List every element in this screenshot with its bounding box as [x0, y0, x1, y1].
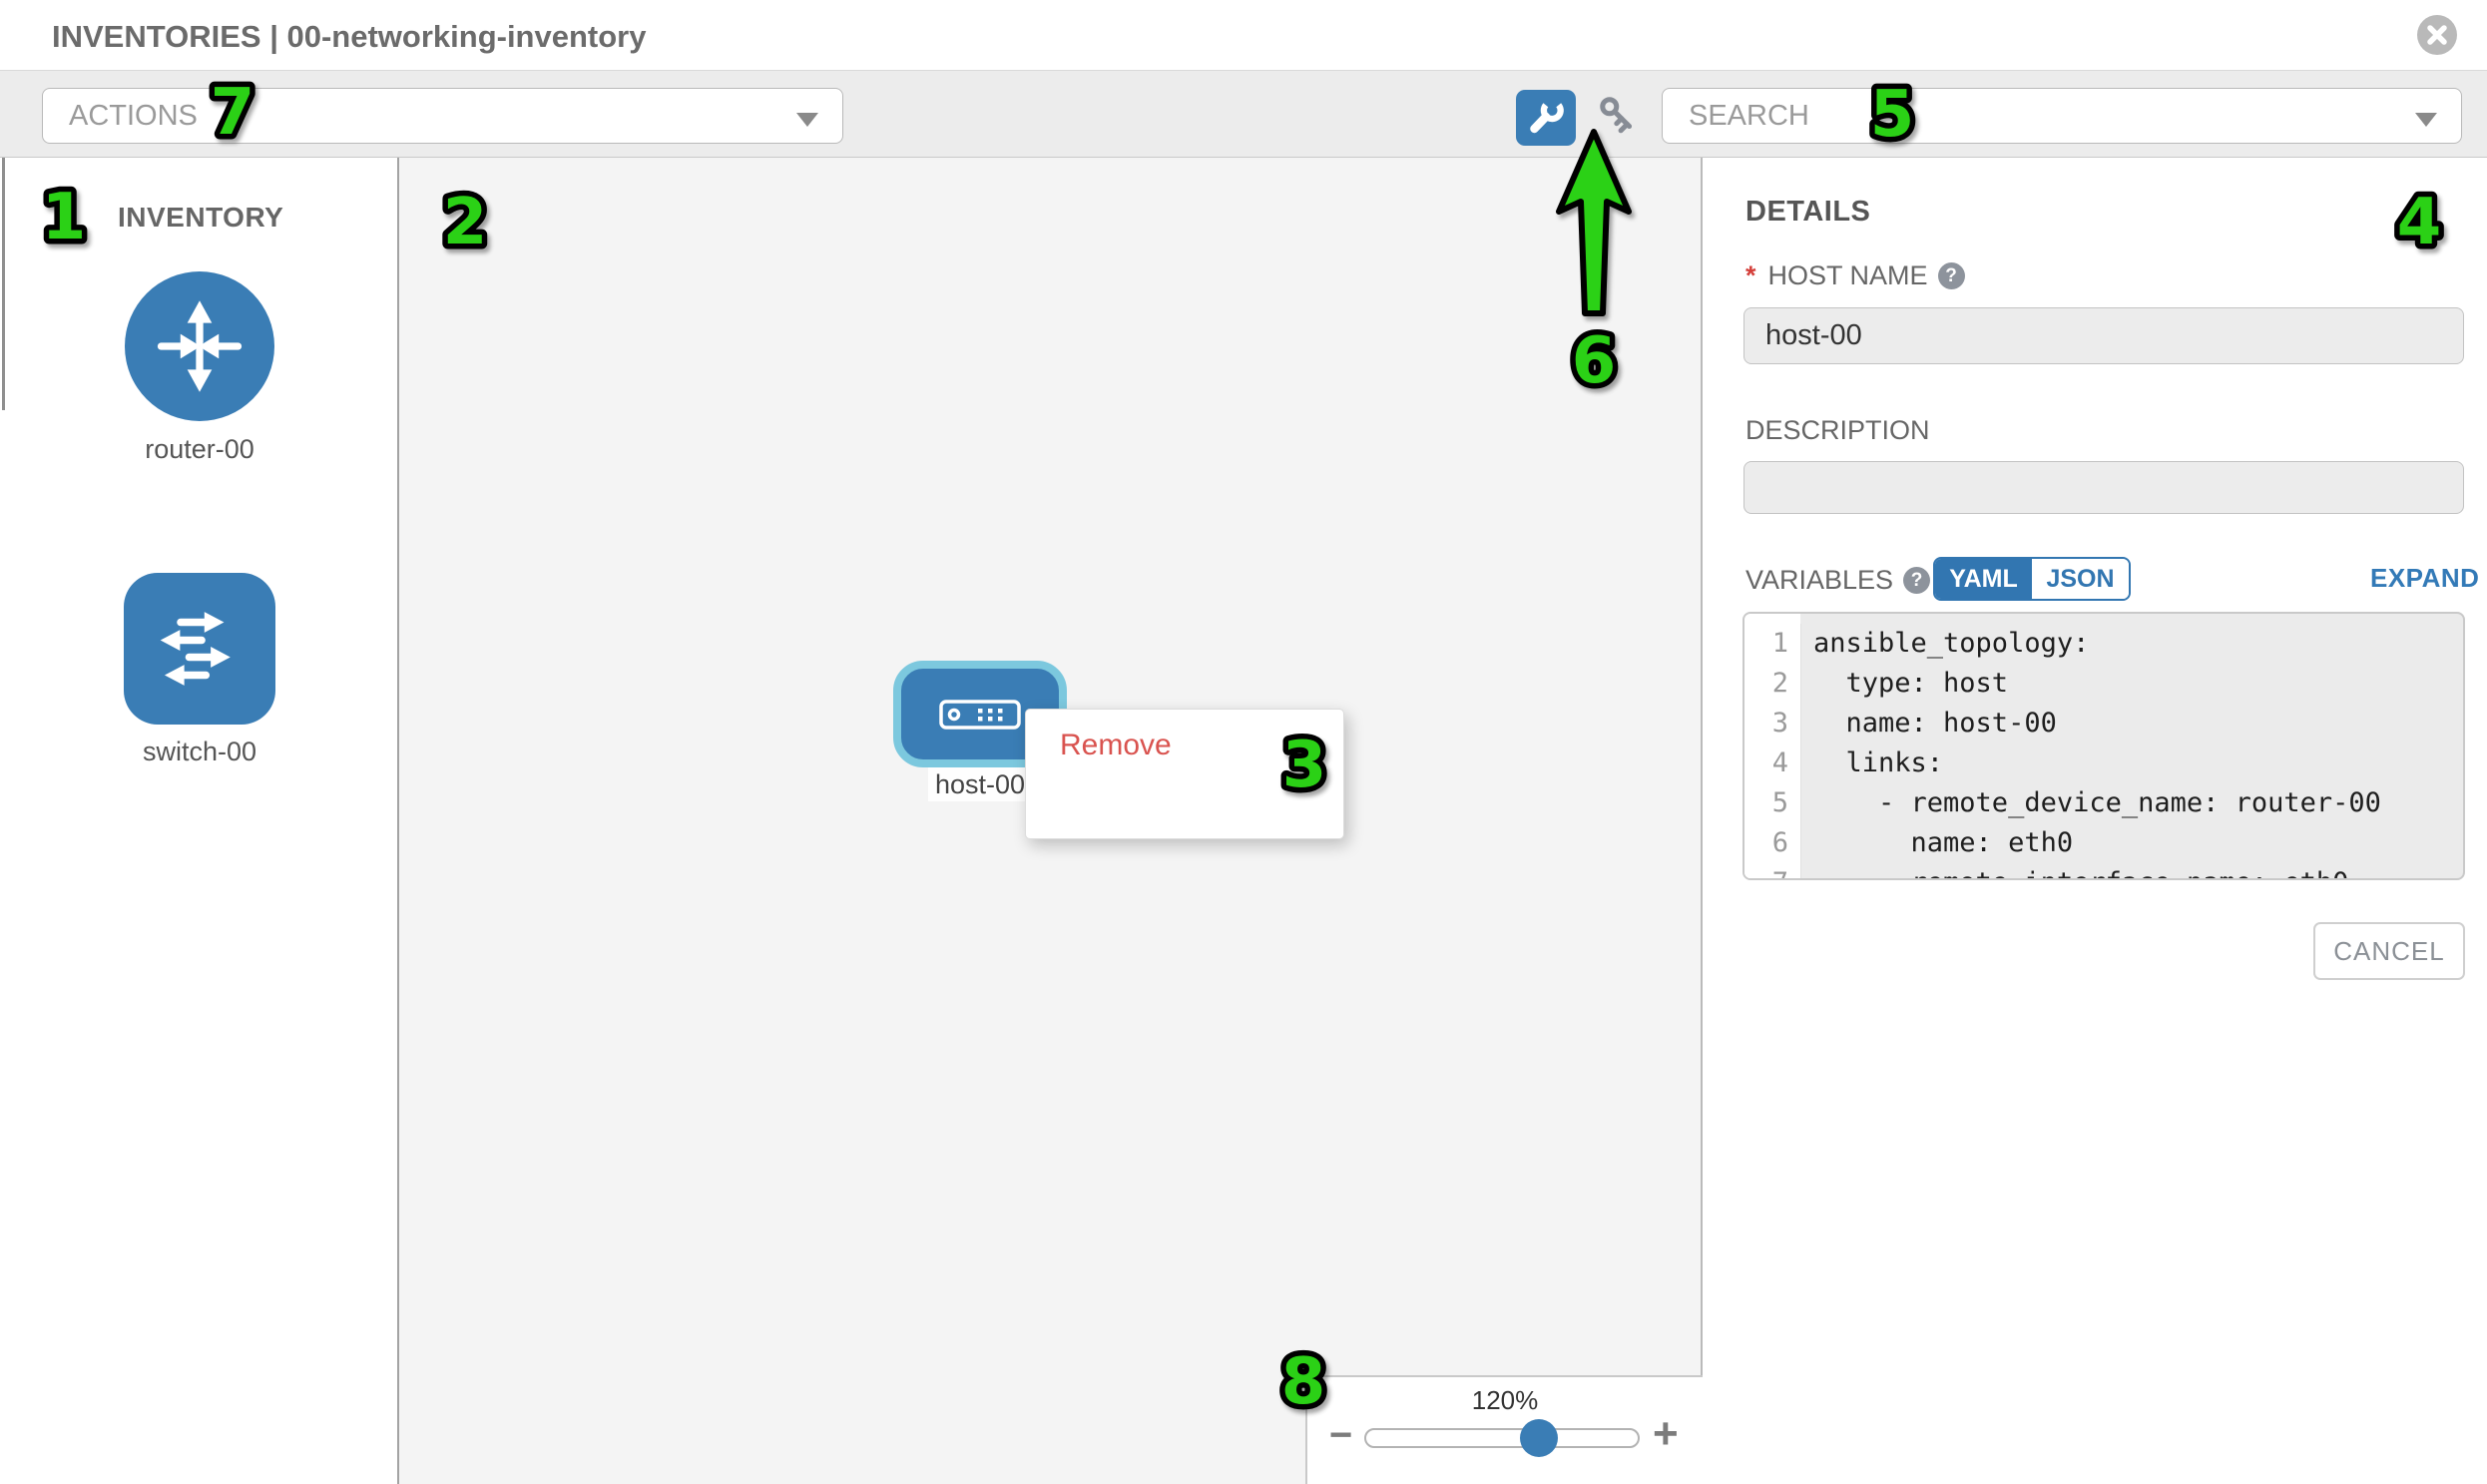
search-dropdown-label: SEARCH — [1689, 100, 1809, 133]
inventory-topology-screen: INVENTORIES | 00-networking-inventory AC… — [0, 0, 2487, 1484]
context-menu-item-remove[interactable]: Remove — [1026, 719, 1343, 772]
zoom-slider-track[interactable] — [1364, 1428, 1640, 1448]
editor-line: 4 links: — [1744, 743, 2463, 783]
zoom-in-button[interactable]: + — [1653, 1409, 1679, 1459]
cancel-button[interactable]: CANCEL — [2313, 922, 2465, 980]
palette-item-switch-00[interactable] — [124, 573, 275, 725]
zoom-level-value: 120% — [1307, 1385, 1703, 1416]
node-context-menu: Details Remove — [1025, 709, 1344, 839]
toolbar-key-button[interactable] — [1594, 97, 1640, 141]
close-icon — [2426, 24, 2448, 46]
description-field[interactable] — [1743, 461, 2464, 514]
description-label: DESCRIPTION — [1745, 415, 1930, 446]
tab-json[interactable]: JSON — [2032, 559, 2129, 599]
editor-line: 2 type: host — [1744, 664, 2463, 704]
inventory-palette: INVENTORY router-00 — [0, 158, 399, 1484]
palette-heading: INVENTORY — [118, 202, 283, 234]
zoom-out-button[interactable]: − — [1329, 1413, 1352, 1458]
editor-line: 3 name: host-00 — [1744, 704, 2463, 743]
host-server-icon — [939, 700, 1021, 730]
close-button[interactable] — [2417, 15, 2457, 55]
key-icon — [1594, 97, 1640, 141]
required-marker: * — [1745, 260, 1756, 291]
dropdown-caret-icon — [796, 113, 818, 127]
zoom-slider-thumb[interactable] — [1520, 1419, 1558, 1457]
variables-code-editor[interactable]: 1 ansible_topology: 2 type: host 3 name:… — [1742, 612, 2465, 880]
editor-line: 7 remote_interface_name: eth0 — [1744, 863, 2463, 880]
palette-item-label: switch-00 — [0, 737, 399, 767]
toolbar: ACTIONS SEARCH — [0, 70, 2487, 158]
tab-yaml[interactable]: YAML — [1935, 559, 2032, 599]
variables-format-toggle: YAML JSON — [1933, 557, 2131, 601]
wrench-icon — [1525, 97, 1567, 139]
editor-line: 1 ansible_topology: — [1744, 624, 2463, 664]
help-icon[interactable]: ? — [1938, 262, 1965, 289]
dropdown-caret-icon — [2415, 113, 2437, 127]
help-icon[interactable]: ? — [1903, 567, 1930, 594]
host-name-field[interactable] — [1743, 307, 2464, 364]
variables-label: VARIABLES ? — [1745, 565, 1930, 596]
actions-dropdown[interactable]: ACTIONS — [42, 88, 843, 144]
expand-link[interactable]: EXPAND — [2370, 563, 2479, 594]
details-heading: DETAILS — [1745, 196, 1870, 229]
zoom-control: 120% − + — [1305, 1375, 1703, 1484]
page-header: INVENTORIES | 00-networking-inventory — [0, 0, 2487, 70]
page-title: INVENTORIES | 00-networking-inventory — [52, 0, 646, 70]
palette-item-router-00[interactable] — [125, 271, 274, 421]
palette-item-label: router-00 — [0, 434, 399, 465]
editor-line: 6 name: eth0 — [1744, 823, 2463, 863]
toolbar-settings-button[interactable] — [1516, 90, 1576, 146]
router-icon — [148, 294, 251, 398]
switch-icon — [147, 596, 252, 702]
editor-line: 5 - remote_device_name: router-00 — [1744, 783, 2463, 823]
palette-scrollbar[interactable] — [2, 158, 5, 410]
search-dropdown[interactable]: SEARCH — [1662, 88, 2462, 144]
host-name-label: * HOST NAME ? — [1745, 260, 1965, 291]
actions-dropdown-label: ACTIONS — [69, 100, 198, 133]
details-panel: DETAILS * HOST NAME ? DESCRIPTION VARIAB… — [1703, 158, 2487, 1484]
topology-canvas[interactable]: host-00 Details Remove 120% − + — [399, 158, 1703, 1484]
